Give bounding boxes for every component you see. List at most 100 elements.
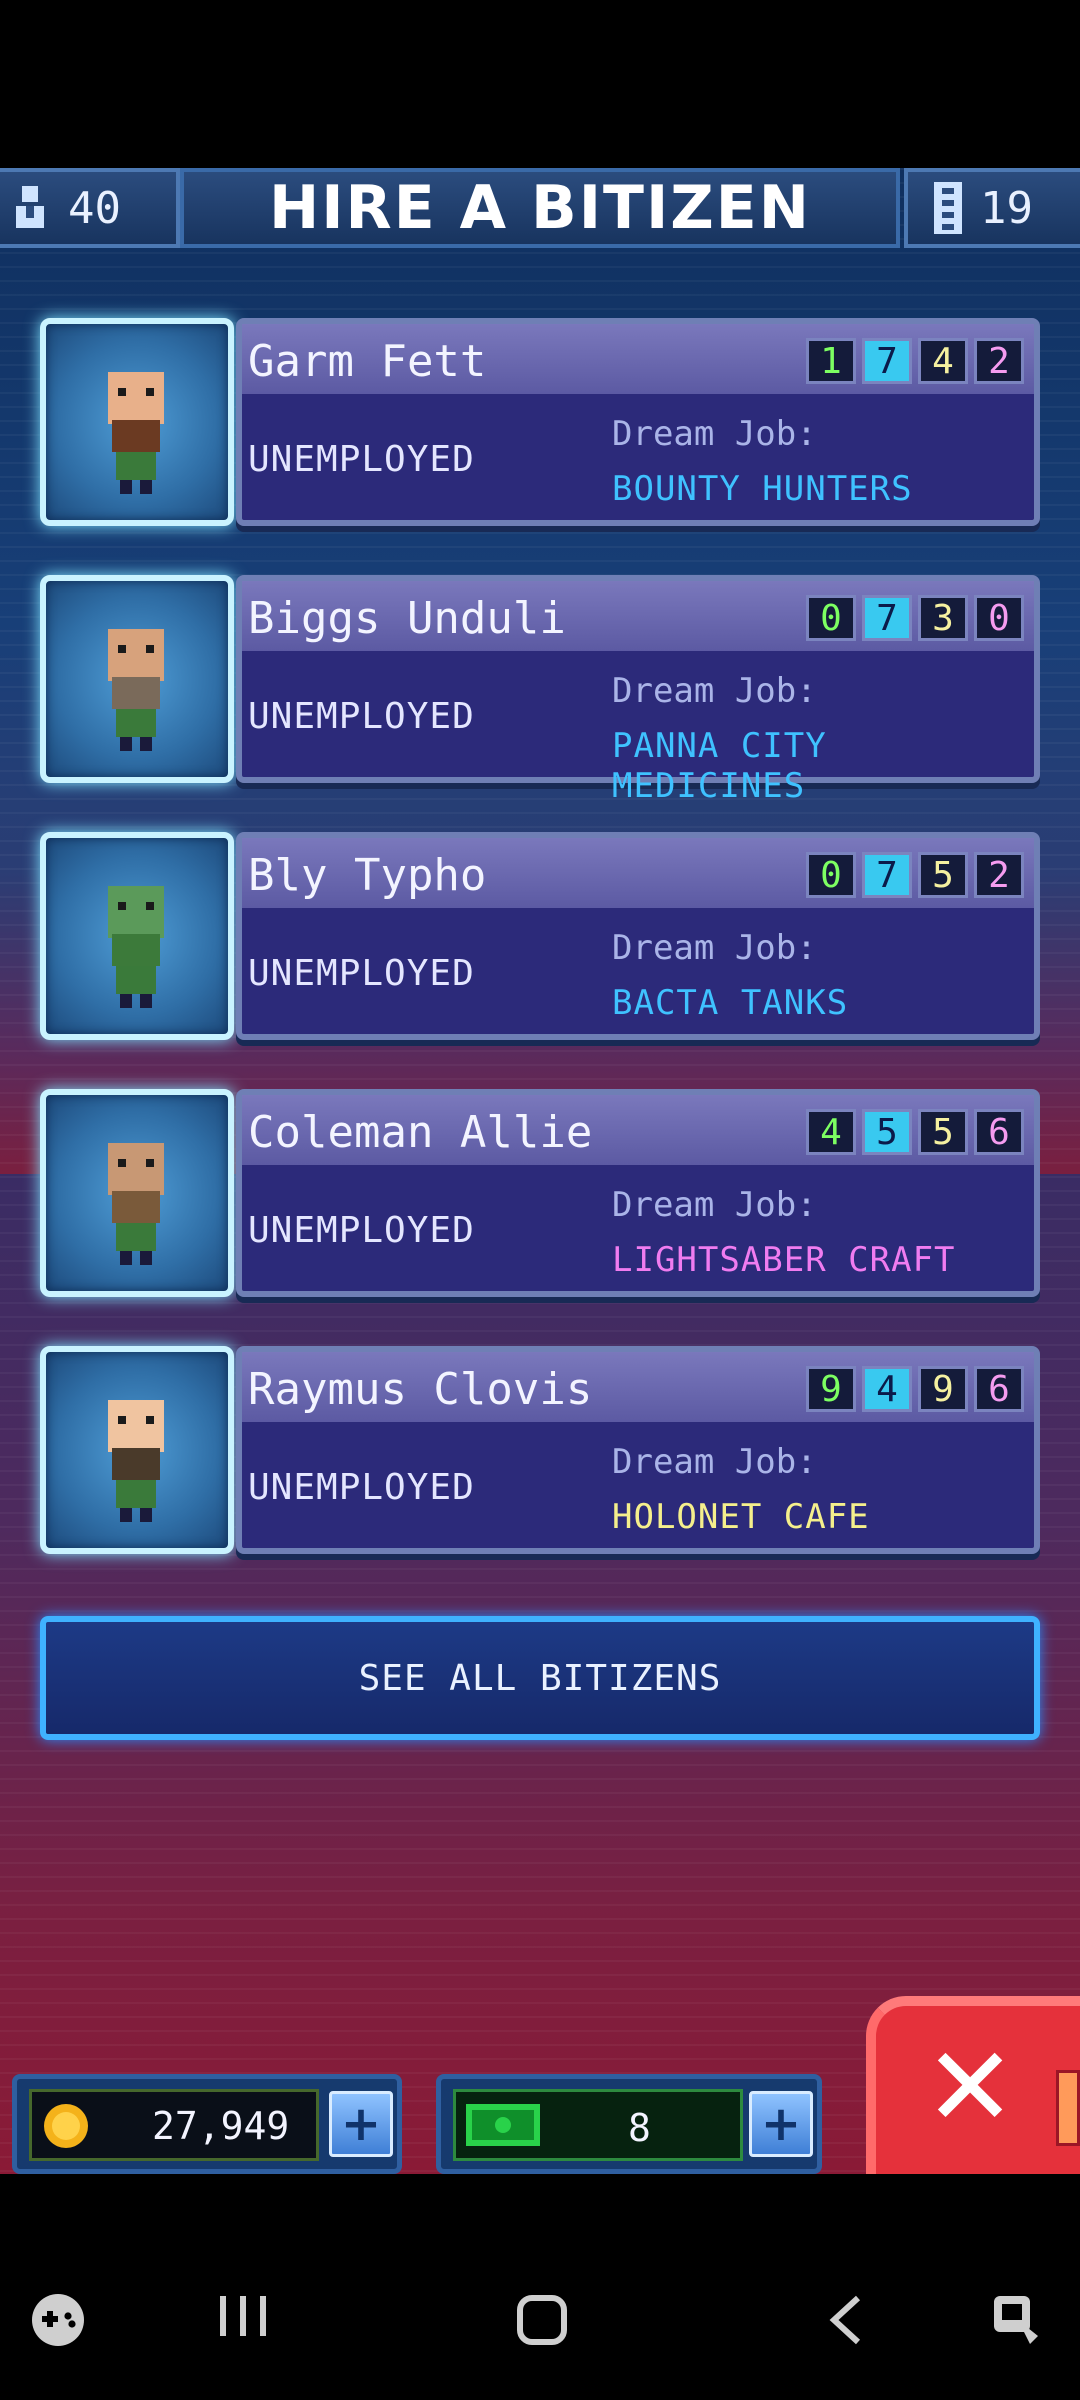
- bitizen-card[interactable]: Bly Typho 0752 UNEMPLOYED Dream Job: BAC…: [40, 832, 1040, 1040]
- bitizen-name: Raymus Clovis: [248, 1364, 593, 1415]
- bitizen-name: Coleman Allie: [248, 1107, 593, 1158]
- skill-stat: 6: [974, 1366, 1024, 1412]
- coin-balance: 27,949: [152, 2104, 290, 2148]
- home-button[interactable]: [514, 2292, 570, 2352]
- skill-stat: 7: [862, 852, 912, 898]
- see-all-bitizens-button[interactable]: SEE ALL BITIZENS: [40, 1616, 1040, 1740]
- avatar: [108, 372, 164, 494]
- tower-icon: [934, 182, 962, 234]
- dream-job-value: LIGHTSABER CRAFT: [612, 1240, 956, 1280]
- close-icon: ✕: [924, 2023, 1017, 2151]
- gamepad-icon: [30, 2292, 86, 2352]
- alert-marker: [1056, 2070, 1080, 2146]
- avatar: [108, 1143, 164, 1265]
- bitizen-info-panel: Biggs Unduli 0730 UNEMPLOYED Dream Job: …: [236, 575, 1040, 806]
- dream-job-value: HOLONET CAFE: [612, 1497, 870, 1537]
- dream-job-label: Dream Job:: [612, 1185, 817, 1225]
- bux-field: 8: [453, 2089, 743, 2161]
- bitizen-info-panel: Coleman Allie 4556 UNEMPLOYED Dream Job:…: [236, 1089, 1040, 1297]
- bitizen-card[interactable]: Raymus Clovis 9496 UNEMPLOYED Dream Job:…: [40, 1346, 1040, 1554]
- employment-status: UNEMPLOYED: [248, 1467, 475, 1508]
- skill-stats: 4556: [806, 1109, 1024, 1155]
- plus-icon: +: [340, 2096, 382, 2152]
- skill-stat: 4: [806, 1109, 856, 1155]
- coins-panel: 27,949 +: [12, 2074, 402, 2174]
- add-bux-button[interactable]: +: [749, 2091, 813, 2157]
- skill-stat: 7: [862, 595, 912, 641]
- skill-stat: 5: [918, 1109, 968, 1155]
- employment-status: UNEMPLOYED: [248, 1210, 475, 1251]
- bitizen-card[interactable]: Garm Fett 1742 UNEMPLOYED Dream Job: BOU…: [40, 318, 1040, 526]
- bitizen-portrait[interactable]: [40, 1089, 234, 1297]
- skill-stat: 4: [862, 1366, 912, 1412]
- skill-stat: 0: [806, 595, 856, 641]
- bitizen-portrait[interactable]: [40, 1346, 234, 1554]
- floor-count: 19: [980, 182, 1033, 234]
- bitizen-name: Bly Typho: [248, 850, 487, 901]
- dream-job-label: Dream Job:: [612, 414, 817, 454]
- bitizen-name: Garm Fett: [248, 336, 487, 387]
- home-icon: [514, 2292, 570, 2352]
- skill-stat: 4: [918, 338, 968, 384]
- page-title-text: HIRE A BITIZEN: [269, 173, 811, 243]
- dream-job-value: BOUNTY HUNTERS: [612, 469, 913, 509]
- dream-job-label: Dream Job:: [612, 1442, 817, 1482]
- bitizen-info-panel: Bly Typho 0752 UNEMPLOYED Dream Job: BAC…: [236, 832, 1040, 1040]
- skill-stats: 9496: [806, 1366, 1024, 1412]
- person-icon: [10, 184, 50, 232]
- skill-stats: 1742: [806, 338, 1024, 384]
- employment-status: UNEMPLOYED: [248, 953, 475, 994]
- avatar: [108, 629, 164, 751]
- coin-icon: [42, 2102, 90, 2150]
- employment-status: UNEMPLOYED: [248, 439, 475, 480]
- close-button[interactable]: ✕: [866, 1996, 1080, 2174]
- skill-stat: 0: [974, 595, 1024, 641]
- coin-field: 27,949: [29, 2089, 319, 2161]
- skill-stats: 0730: [806, 595, 1024, 641]
- bux-balance: 8: [628, 2106, 651, 2150]
- bitizen-info-panel: Garm Fett 1742 UNEMPLOYED Dream Job: BOU…: [236, 318, 1040, 526]
- skill-stat: 7: [862, 338, 912, 384]
- bitizen-portrait[interactable]: [40, 832, 234, 1040]
- floor-counter: 19: [904, 168, 1080, 248]
- recent-apps-button[interactable]: [216, 2292, 270, 2344]
- skill-stat: 2: [974, 338, 1024, 384]
- skill-stat: 9: [918, 1366, 968, 1412]
- bitizen-info-panel: Raymus Clovis 9496 UNEMPLOYED Dream Job:…: [236, 1346, 1040, 1554]
- skill-stat: 0: [806, 852, 856, 898]
- bitizen-card[interactable]: Coleman Allie 4556 UNEMPLOYED Dream Job:…: [40, 1089, 1040, 1297]
- dream-job-value: PANNA CITY MEDICINES: [612, 726, 827, 806]
- skill-stat: 9: [806, 1366, 856, 1412]
- system-nav-bar: [0, 2174, 1080, 2400]
- skill-stat: 2: [974, 852, 1024, 898]
- page-title: HIRE A BITIZEN: [180, 168, 900, 248]
- employment-status: UNEMPLOYED: [248, 696, 475, 737]
- bux-icon: [466, 2104, 540, 2146]
- skill-stat: 3: [918, 595, 968, 641]
- dream-job-label: Dream Job:: [612, 928, 817, 968]
- assist-button[interactable]: [990, 2292, 1046, 2352]
- skill-stat: 1: [806, 338, 856, 384]
- back-button[interactable]: [826, 2292, 866, 2352]
- plus-icon: +: [760, 2096, 802, 2152]
- touch-assist-icon: [990, 2292, 1046, 2352]
- skill-stat: 6: [974, 1109, 1024, 1155]
- population-counter: 40: [0, 168, 180, 248]
- dream-job-label: Dream Job:: [612, 671, 817, 711]
- recent-apps-icon: [216, 2292, 270, 2344]
- skill-stat: 5: [862, 1109, 912, 1155]
- game-launcher-button[interactable]: [30, 2292, 86, 2352]
- bitizen-portrait[interactable]: [40, 575, 234, 783]
- dream-job-value: BACTA TANKS: [612, 983, 849, 1023]
- bitizen-card[interactable]: Biggs Unduli 0730 UNEMPLOYED Dream Job: …: [40, 575, 1040, 806]
- add-coins-button[interactable]: +: [329, 2091, 393, 2157]
- skill-stat: 5: [918, 852, 968, 898]
- bitizen-portrait[interactable]: [40, 318, 234, 526]
- see-all-bitizens-label: SEE ALL BITIZENS: [358, 1657, 722, 1699]
- bux-panel: 8 +: [436, 2074, 822, 2174]
- bitizen-name: Biggs Unduli: [248, 593, 566, 644]
- population-count: 40: [68, 182, 121, 234]
- avatar: [108, 1400, 164, 1522]
- avatar: [108, 886, 164, 1008]
- back-icon: [826, 2292, 866, 2352]
